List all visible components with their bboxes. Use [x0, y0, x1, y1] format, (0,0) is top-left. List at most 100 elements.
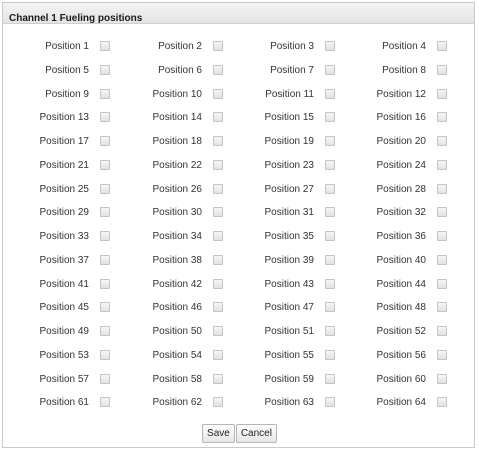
position-checkbox-36[interactable] — [437, 231, 447, 241]
position-item-9: Position 9 — [8, 80, 119, 104]
positions-row: Position 53 Position 54 Position 55 Positio… — [8, 341, 468, 365]
position-checkbox-9[interactable] — [100, 88, 110, 99]
position-checkbox-4[interactable] — [437, 41, 447, 51]
position-checkbox-61[interactable] — [100, 397, 110, 408]
position-checkbox-6[interactable] — [213, 64, 223, 75]
position-checkbox-51[interactable] — [325, 326, 335, 336]
position-checkbox-63[interactable] — [325, 397, 335, 408]
position-checkbox-38[interactable] — [213, 254, 223, 265]
position-checkbox-22[interactable] — [213, 159, 223, 170]
position-label: Position 14 — [152, 112, 202, 124]
position-checkbox-11[interactable] — [325, 88, 335, 99]
position-checkbox-14[interactable] — [213, 112, 223, 123]
position-checkbox-33[interactable] — [100, 231, 110, 241]
position-checkbox-39[interactable] — [325, 254, 335, 265]
position-checkbox-29[interactable] — [100, 207, 110, 218]
position-label: Position 41 — [39, 278, 89, 290]
position-checkbox-2[interactable] — [213, 41, 223, 51]
position-item-18: Position 18 — [121, 127, 232, 151]
position-checkbox-49[interactable] — [100, 326, 110, 336]
position-checkbox-17[interactable] — [100, 136, 110, 146]
position-label: Position 26 — [152, 183, 202, 195]
position-checkbox-55[interactable] — [325, 349, 335, 360]
position-label: Position 62 — [152, 397, 202, 409]
position-label: Position 47 — [264, 302, 314, 314]
position-checkbox-24[interactable] — [437, 159, 447, 170]
position-checkbox-7[interactable] — [325, 64, 335, 75]
position-checkbox-40[interactable] — [437, 254, 447, 265]
position-checkbox-12[interactable] — [437, 88, 447, 99]
position-label: Position 3 — [270, 41, 314, 52]
position-checkbox-13[interactable] — [100, 112, 110, 123]
position-checkbox-48[interactable] — [437, 302, 447, 313]
cancel-button[interactable]: Cancel — [235, 424, 277, 443]
position-checkbox-30[interactable] — [213, 207, 223, 218]
position-checkbox-5[interactable] — [100, 64, 110, 75]
position-checkbox-50[interactable] — [213, 326, 223, 336]
position-checkbox-56[interactable] — [437, 349, 447, 360]
position-label: Position 19 — [264, 136, 314, 147]
position-checkbox-35[interactable] — [325, 231, 335, 241]
dialog-buttons: Save Cancel — [3, 424, 476, 443]
position-label: Position 9 — [45, 88, 89, 100]
position-item-46: Position 46 — [121, 293, 232, 317]
position-checkbox-34[interactable] — [213, 231, 223, 241]
position-item-52: Position 52 — [345, 317, 456, 341]
position-checkbox-54[interactable] — [213, 349, 223, 360]
position-checkbox-42[interactable] — [213, 278, 223, 289]
position-checkbox-16[interactable] — [437, 112, 447, 123]
position-checkbox-52[interactable] — [437, 326, 447, 336]
position-checkbox-62[interactable] — [213, 397, 223, 408]
position-item-50: Position 50 — [121, 317, 232, 341]
position-item-48: Position 48 — [345, 293, 456, 317]
position-checkbox-58[interactable] — [213, 373, 223, 384]
position-label: Position 32 — [376, 207, 426, 219]
position-checkbox-23[interactable] — [325, 159, 335, 170]
position-checkbox-1[interactable] — [100, 41, 110, 51]
position-item-54: Position 54 — [121, 341, 232, 365]
position-checkbox-45[interactable] — [100, 302, 110, 313]
position-label: Position 61 — [39, 397, 89, 409]
position-checkbox-32[interactable] — [437, 207, 447, 218]
position-item-21: Position 21 — [8, 151, 119, 175]
position-label: Position 34 — [152, 231, 202, 242]
position-checkbox-60[interactable] — [437, 373, 447, 384]
position-checkbox-18[interactable] — [213, 136, 223, 146]
position-checkbox-44[interactable] — [437, 278, 447, 289]
position-checkbox-26[interactable] — [213, 183, 223, 194]
position-checkbox-10[interactable] — [213, 88, 223, 99]
position-checkbox-37[interactable] — [100, 254, 110, 265]
position-checkbox-46[interactable] — [213, 302, 223, 313]
position-item-53: Position 53 — [8, 341, 119, 365]
position-checkbox-59[interactable] — [325, 373, 335, 384]
save-button[interactable]: Save — [202, 424, 235, 443]
position-item-7: Position 7 — [233, 56, 344, 80]
position-item-25: Position 25 — [8, 175, 119, 199]
position-checkbox-41[interactable] — [100, 278, 110, 289]
position-label: Position 12 — [376, 88, 426, 100]
position-item-4: Position 4 — [345, 32, 456, 56]
position-item-59: Position 59 — [233, 365, 344, 389]
position-checkbox-19[interactable] — [325, 136, 335, 146]
position-checkbox-47[interactable] — [325, 302, 335, 313]
position-checkbox-21[interactable] — [100, 159, 110, 170]
position-checkbox-64[interactable] — [437, 397, 447, 408]
position-checkbox-43[interactable] — [325, 278, 335, 289]
position-checkbox-53[interactable] — [100, 349, 110, 360]
position-checkbox-25[interactable] — [100, 183, 110, 194]
position-checkbox-28[interactable] — [437, 183, 447, 194]
position-checkbox-3[interactable] — [325, 41, 335, 51]
position-checkbox-8[interactable] — [437, 64, 447, 75]
position-label: Position 21 — [39, 159, 89, 171]
position-label: Position 15 — [264, 112, 314, 124]
position-item-13: Position 13 — [8, 103, 119, 127]
position-label: Position 28 — [376, 183, 426, 195]
position-checkbox-31[interactable] — [325, 207, 335, 218]
position-label: Position 58 — [152, 373, 202, 385]
position-checkbox-57[interactable] — [100, 373, 110, 384]
position-checkbox-27[interactable] — [325, 183, 335, 194]
position-checkbox-15[interactable] — [325, 112, 335, 123]
position-label: Position 31 — [264, 207, 314, 219]
positions-row: Position 25 Position 26 Position 27 Positio… — [8, 175, 468, 199]
position-checkbox-20[interactable] — [437, 136, 447, 146]
